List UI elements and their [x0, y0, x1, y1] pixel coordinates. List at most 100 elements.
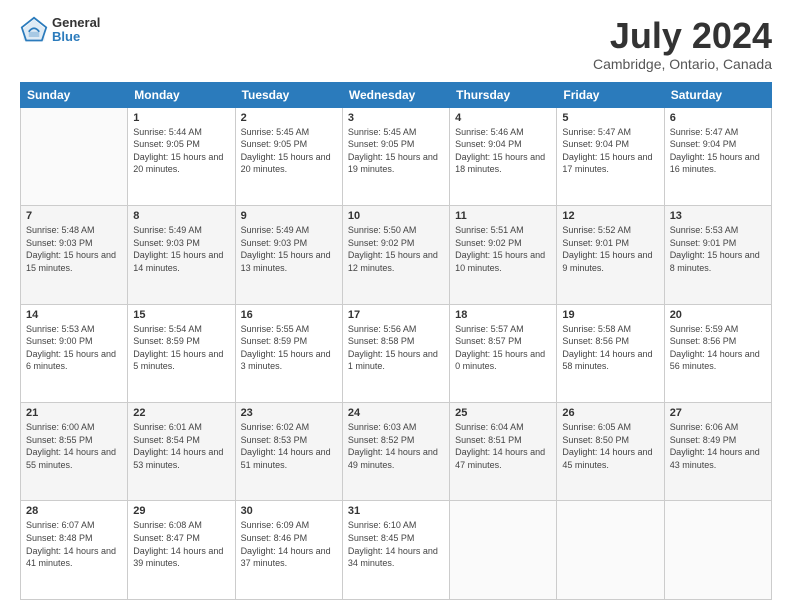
cell-info: Sunrise: 5:55 AMSunset: 8:59 PMDaylight:… — [241, 323, 337, 373]
cell-info: Sunrise: 5:57 AMSunset: 8:57 PMDaylight:… — [455, 323, 551, 373]
table-row: 13 Sunrise: 5:53 AMSunset: 9:01 PMDayligh… — [664, 206, 771, 304]
cell-info: Sunrise: 5:59 AMSunset: 8:56 PMDaylight:… — [670, 323, 766, 373]
cell-date-number: 20 — [670, 309, 766, 321]
cell-date-number: 22 — [133, 407, 229, 419]
table-row: 22 Sunrise: 6:01 AMSunset: 8:54 PMDayligh… — [128, 403, 235, 501]
cell-info: Sunrise: 6:08 AMSunset: 8:47 PMDaylight:… — [133, 519, 229, 569]
header-saturday: Saturday — [664, 82, 771, 107]
cell-date-number: 9 — [241, 210, 337, 222]
calendar-table: Sunday Monday Tuesday Wednesday Thursday… — [20, 82, 772, 600]
header-tuesday: Tuesday — [235, 82, 342, 107]
cell-date-number: 17 — [348, 309, 444, 321]
table-row: 7 Sunrise: 5:48 AMSunset: 9:03 PMDaylight… — [21, 206, 128, 304]
header-sunday: Sunday — [21, 82, 128, 107]
cell-date-number: 7 — [26, 210, 122, 222]
cell-date-number: 23 — [241, 407, 337, 419]
table-row — [450, 501, 557, 600]
cell-info: Sunrise: 5:53 AMSunset: 9:01 PMDaylight:… — [670, 224, 766, 274]
cell-date-number: 30 — [241, 505, 337, 517]
cell-info: Sunrise: 5:45 AMSunset: 9:05 PMDaylight:… — [241, 126, 337, 176]
logo-blue-text: Blue — [52, 30, 100, 44]
cell-date-number: 19 — [562, 309, 658, 321]
cell-date-number: 8 — [133, 210, 229, 222]
table-row: 31 Sunrise: 6:10 AMSunset: 8:45 PMDayligh… — [342, 501, 449, 600]
page: General Blue July 2024 Cambridge, Ontari… — [0, 0, 792, 612]
cell-date-number: 11 — [455, 210, 551, 222]
cell-date-number: 29 — [133, 505, 229, 517]
table-row: 19 Sunrise: 5:58 AMSunset: 8:56 PMDayligh… — [557, 304, 664, 402]
cell-info: Sunrise: 5:48 AMSunset: 9:03 PMDaylight:… — [26, 224, 122, 274]
cell-info: Sunrise: 5:54 AMSunset: 8:59 PMDaylight:… — [133, 323, 229, 373]
cell-info: Sunrise: 5:51 AMSunset: 9:02 PMDaylight:… — [455, 224, 551, 274]
cell-info: Sunrise: 5:45 AMSunset: 9:05 PMDaylight:… — [348, 126, 444, 176]
header-wednesday: Wednesday — [342, 82, 449, 107]
table-row — [664, 501, 771, 600]
cell-date-number: 16 — [241, 309, 337, 321]
weekday-header-row: Sunday Monday Tuesday Wednesday Thursday… — [21, 82, 772, 107]
cell-date-number: 1 — [133, 112, 229, 124]
header-friday: Friday — [557, 82, 664, 107]
cell-info: Sunrise: 5:46 AMSunset: 9:04 PMDaylight:… — [455, 126, 551, 176]
cell-info: Sunrise: 5:47 AMSunset: 9:04 PMDaylight:… — [670, 126, 766, 176]
cell-date-number: 10 — [348, 210, 444, 222]
logo-text: General Blue — [52, 16, 100, 45]
table-row: 20 Sunrise: 5:59 AMSunset: 8:56 PMDayligh… — [664, 304, 771, 402]
title-block: July 2024 Cambridge, Ontario, Canada — [593, 16, 772, 72]
cell-info: Sunrise: 6:10 AMSunset: 8:45 PMDaylight:… — [348, 519, 444, 569]
table-row: 4Sunrise: 5:46 AMSunset: 9:04 PMDaylight… — [450, 107, 557, 205]
table-row: 17 Sunrise: 5:56 AMSunset: 8:58 PMDayligh… — [342, 304, 449, 402]
table-row: 15 Sunrise: 5:54 AMSunset: 8:59 PMDayligh… — [128, 304, 235, 402]
table-row: 6 Sunrise: 5:47 AMSunset: 9:04 PMDaylight… — [664, 107, 771, 205]
cell-date-number: 3 — [348, 112, 444, 124]
cell-info: Sunrise: 5:50 AMSunset: 9:02 PMDaylight:… — [348, 224, 444, 274]
table-row: 5Sunrise: 5:47 AMSunset: 9:04 PMDaylight… — [557, 107, 664, 205]
cell-info: Sunrise: 5:49 AMSunset: 9:03 PMDaylight:… — [241, 224, 337, 274]
cell-date-number: 12 — [562, 210, 658, 222]
table-row: 27Sunrise: 6:06 AMSunset: 8:49 PMDayligh… — [664, 403, 771, 501]
logo-general-text: General — [52, 16, 100, 30]
table-row: 9 Sunrise: 5:49 AMSunset: 9:03 PMDaylight… — [235, 206, 342, 304]
table-row: 23Sunrise: 6:02 AMSunset: 8:53 PMDayligh… — [235, 403, 342, 501]
table-row: 26Sunrise: 6:05 AMSunset: 8:50 PMDayligh… — [557, 403, 664, 501]
header-monday: Monday — [128, 82, 235, 107]
table-row: 21Sunrise: 6:00 AMSunset: 8:55 PMDayligh… — [21, 403, 128, 501]
logo-icon — [20, 16, 48, 44]
cell-info: Sunrise: 6:01 AMSunset: 8:54 PMDaylight:… — [133, 421, 229, 471]
cell-info: Sunrise: 5:52 AMSunset: 9:01 PMDaylight:… — [562, 224, 658, 274]
header-thursday: Thursday — [450, 82, 557, 107]
cell-info: Sunrise: 6:05 AMSunset: 8:50 PMDaylight:… — [562, 421, 658, 471]
cell-date-number: 15 — [133, 309, 229, 321]
table-row: 24Sunrise: 6:03 AMSunset: 8:52 PMDayligh… — [342, 403, 449, 501]
cell-date-number: 13 — [670, 210, 766, 222]
cell-info: Sunrise: 5:53 AMSunset: 9:00 PMDaylight:… — [26, 323, 122, 373]
cell-info: Sunrise: 5:47 AMSunset: 9:04 PMDaylight:… — [562, 126, 658, 176]
table-row — [21, 107, 128, 205]
cell-info: Sunrise: 5:44 AMSunset: 9:05 PMDaylight:… — [133, 126, 229, 176]
table-row: 14Sunrise: 5:53 AMSunset: 9:00 PMDayligh… — [21, 304, 128, 402]
cell-info: Sunrise: 6:00 AMSunset: 8:55 PMDaylight:… — [26, 421, 122, 471]
cell-info: Sunrise: 5:56 AMSunset: 8:58 PMDaylight:… — [348, 323, 444, 373]
cell-info: Sunrise: 6:09 AMSunset: 8:46 PMDaylight:… — [241, 519, 337, 569]
logo: General Blue — [20, 16, 100, 45]
table-row: 10 Sunrise: 5:50 AMSunset: 9:02 PMDayligh… — [342, 206, 449, 304]
cell-info: Sunrise: 5:58 AMSunset: 8:56 PMDaylight:… — [562, 323, 658, 373]
table-row: 25 Sunrise: 6:04 AMSunset: 8:51 PMDayligh… — [450, 403, 557, 501]
header: General Blue July 2024 Cambridge, Ontari… — [20, 16, 772, 72]
cell-date-number: 24 — [348, 407, 444, 419]
table-row: 28 Sunrise: 6:07 AMSunset: 8:48 PMDayligh… — [21, 501, 128, 600]
table-row: 16 Sunrise: 5:55 AMSunset: 8:59 PMDayligh… — [235, 304, 342, 402]
cell-date-number: 25 — [455, 407, 551, 419]
table-row: 29 Sunrise: 6:08 AMSunset: 8:47 PMDayligh… — [128, 501, 235, 600]
table-row: 2 Sunrise: 5:45 AMSunset: 9:05 PMDaylight… — [235, 107, 342, 205]
cell-info: Sunrise: 6:07 AMSunset: 8:48 PMDaylight:… — [26, 519, 122, 569]
cell-date-number: 6 — [670, 112, 766, 124]
cell-date-number: 28 — [26, 505, 122, 517]
table-row: 18Sunrise: 5:57 AMSunset: 8:57 PMDayligh… — [450, 304, 557, 402]
table-row: 11 Sunrise: 5:51 AMSunset: 9:02 PMDayligh… — [450, 206, 557, 304]
table-row — [557, 501, 664, 600]
cell-date-number: 31 — [348, 505, 444, 517]
table-row: 8Sunrise: 5:49 AMSunset: 9:03 PMDaylight… — [128, 206, 235, 304]
cell-date-number: 2 — [241, 112, 337, 124]
cell-info: Sunrise: 6:04 AMSunset: 8:51 PMDaylight:… — [455, 421, 551, 471]
table-row: 12 Sunrise: 5:52 AMSunset: 9:01 PMDayligh… — [557, 206, 664, 304]
